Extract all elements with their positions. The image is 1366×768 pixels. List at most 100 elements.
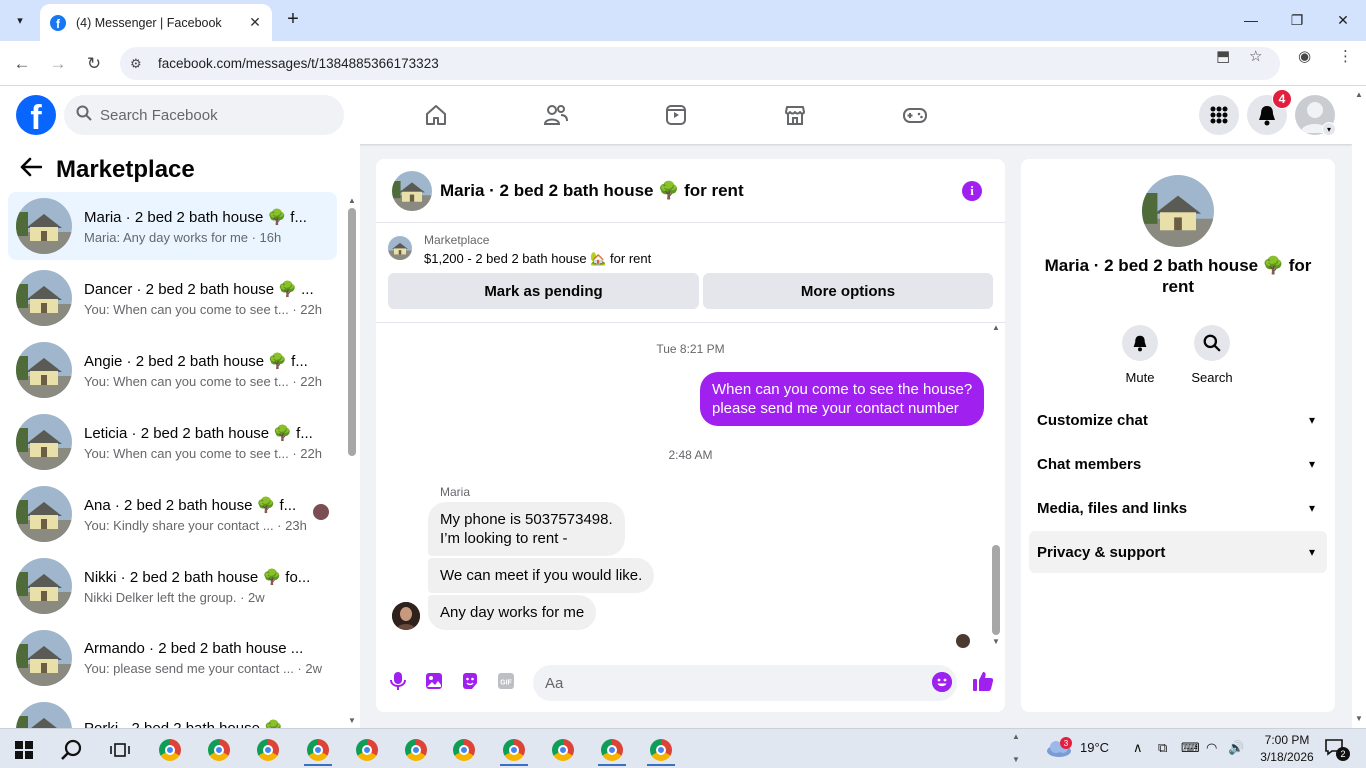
video-icon[interactable] [661,100,691,130]
taskbar-scroll-down-icon[interactable]: ▼ [1012,755,1020,764]
conversation-item[interactable]: Leticia · 2 bed 2 bath house 🌳 f... You:… [8,408,337,476]
chrome-taskbar-icon[interactable] [300,734,336,766]
browser-tab[interactable]: f (4) Messenger | Facebook ✕ [40,4,272,41]
incoming-message[interactable]: Any day works for me [428,595,597,630]
emoji-icon[interactable] [932,672,952,692]
home-icon[interactable] [421,100,451,130]
profile-icon[interactable]: ◉ [1298,47,1311,65]
chat-title[interactable]: Maria · 2 bed 2 bath house 🌳 for rent [440,181,744,201]
search-conversation-button[interactable]: Search [1182,325,1242,385]
chrome-taskbar-icon[interactable] [446,734,482,766]
clock[interactable]: 7:00 PM 3/18/2026 [1252,732,1322,766]
customize-chat-section[interactable]: Customize chat ▾ [1029,399,1327,441]
taskbar-scroll-up-icon[interactable]: ▲ [1012,732,1020,741]
site-info-icon[interactable]: ⚙ [130,56,152,72]
tab-close-icon[interactable]: ✕ [246,14,264,31]
volume-icon[interactable]: 🔊 [1228,740,1244,756]
sidebar-scroll-thumb[interactable] [348,208,356,456]
more-options-button[interactable]: More options [703,273,993,309]
timestamp: 2:48 AM [668,448,713,462]
temperature[interactable]: 19°C [1080,740,1109,755]
forward-button[interactable]: → [44,50,72,78]
new-tab-button[interactable]: + [282,8,304,31]
chrome-taskbar-icon[interactable] [398,734,434,766]
close-window-button[interactable]: ✕ [1320,6,1366,34]
sidebar-scrollbar[interactable]: ▲ ▼ [344,194,360,728]
contact-avatar[interactable] [1142,175,1214,247]
scroll-down-icon[interactable]: ▼ [992,637,1000,646]
tab-search-dropdown-icon[interactable]: ▾ [8,8,32,32]
listing-title[interactable]: $1,200 - 2 bed 2 bath house 🏡 for rent [424,251,651,267]
mark-as-pending-button[interactable]: Mark as pending [388,273,699,309]
conversation-item[interactable]: Maria · 2 bed 2 bath house 🌳 f... Maria:… [8,192,337,260]
privacy-support-section[interactable]: Privacy & support ▾ [1029,531,1327,573]
back-arrow-icon[interactable] [20,156,44,184]
chrome-taskbar-icon[interactable] [201,734,237,766]
windows-start-icon[interactable] [6,734,42,766]
friends-icon[interactable] [541,100,571,130]
menu-grid-button[interactable] [1199,95,1239,135]
chat-members-section[interactable]: Chat members ▾ [1029,443,1327,485]
gif-icon[interactable]: GIF [495,670,517,692]
conversation-item[interactable]: Nikki · 2 bed 2 bath house 🌳 fo... Nikki… [8,552,337,620]
chrome-taskbar-icon[interactable] [152,734,188,766]
sender-avatar[interactable] [392,602,420,630]
meet-now-icon[interactable]: ⧉ [1158,740,1167,756]
chrome-taskbar-icon[interactable] [643,734,679,766]
conversation-item[interactable]: Angie · 2 bed 2 bath house 🌳 f... You: W… [8,336,337,404]
scroll-down-icon[interactable]: ▼ [348,716,356,725]
conversation-item[interactable]: Porki · 2 bed 2 bath house 🌳 ... [8,696,337,728]
facebook-search[interactable] [64,95,344,135]
chat-scroll-thumb[interactable] [992,545,1000,635]
install-app-icon[interactable]: ⬒ [1216,47,1230,65]
page-scrollbar[interactable]: ▲ ▼ [1352,86,1366,728]
incoming-message[interactable]: We can meet if you would like. [428,558,655,593]
media-files-links-section[interactable]: Media, files and links ▾ [1029,487,1327,529]
sticker-icon[interactable] [459,670,481,692]
task-view-icon[interactable] [102,734,138,766]
scroll-up-icon[interactable]: ▲ [348,196,356,205]
message-input-box[interactable] [533,665,957,701]
scroll-up-icon[interactable]: ▲ [1355,90,1363,99]
input-method-icon[interactable]: ⌨ [1181,740,1200,756]
address-bar[interactable]: ⚙ facebook.com/messages/t/13848853661733… [120,47,1280,80]
restore-button[interactable]: ❐ [1274,6,1320,34]
outgoing-message[interactable]: When can you come to see the house? plea… [700,372,985,426]
facebook-logo[interactable]: f [16,95,56,135]
chevron-down-icon[interactable]: ▾ [1322,122,1336,136]
hidden-icons-chevron-icon[interactable]: ∧ [1133,740,1143,756]
conversation-item[interactable]: Ana · 2 bed 2 bath house 🌳 f... You: Kin… [8,480,337,548]
gaming-icon[interactable] [900,100,930,130]
search-input[interactable] [100,106,320,124]
chrome-taskbar-icon[interactable] [496,734,532,766]
chrome-taskbar-icon[interactable] [594,734,630,766]
seen-avatar [313,504,329,520]
microphone-icon[interactable] [387,670,409,692]
chrome-taskbar-icon[interactable] [545,734,581,766]
bookmark-star-icon[interactable]: ☆ [1249,47,1262,65]
incoming-message[interactable]: My phone is 5037573498. I’m looking to r… [428,502,625,556]
message-line: please send me your contact number [712,400,959,417]
scroll-up-icon[interactable]: ▲ [992,323,1000,332]
wifi-icon[interactable]: ◠ [1206,740,1217,756]
conversation-item[interactable]: Armando · 2 bed 2 bath house ... You: pl… [8,624,337,692]
chrome-taskbar-icon[interactable] [349,734,385,766]
info-icon[interactable]: i [962,181,982,201]
menu-kebab-icon[interactable]: ⋮ [1338,47,1353,65]
thumbs-up-icon[interactable] [972,670,994,692]
marketplace-icon[interactable] [780,100,810,130]
photo-icon[interactable] [423,670,445,692]
back-button[interactable]: ← [8,50,36,78]
mute-button[interactable]: Mute [1110,325,1170,385]
chevron-down-icon: ▾ [1308,545,1315,559]
chrome-taskbar-icon[interactable] [250,734,286,766]
minimize-button[interactable]: — [1228,6,1274,34]
scroll-down-icon[interactable]: ▼ [1355,714,1363,723]
search-icon[interactable] [54,734,90,766]
chat-avatar[interactable] [392,170,432,211]
chat-scrollbar[interactable]: ▲ ▼ [988,323,1005,650]
conversation-item[interactable]: Dancer · 2 bed 2 bath house 🌳 ... You: W… [8,264,337,332]
message-input[interactable] [545,674,915,692]
reload-button[interactable]: ↻ [80,50,108,78]
url-text[interactable]: facebook.com/messages/t/1384885366173323 [158,56,439,71]
